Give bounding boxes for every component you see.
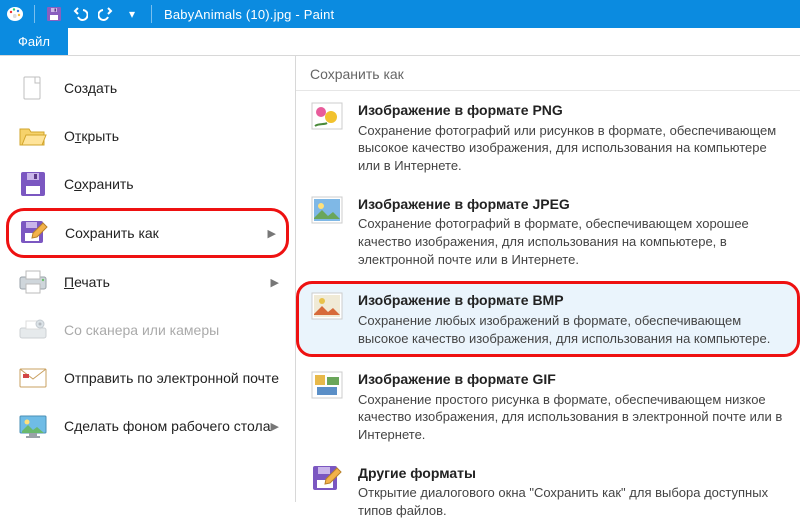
menu-print-label: Печать (64, 274, 110, 290)
redo-icon[interactable] (97, 5, 115, 23)
ribbon: Файл (0, 28, 800, 56)
save-disk-icon (16, 169, 50, 199)
menu-wallpaper-label: Сделать фоном рабочего стола (64, 418, 271, 434)
save-as-submenu: Сохранить как Изображение в формате PNG … (296, 56, 800, 502)
format-other-desc: Открытие диалогового окна "Сохранить как… (358, 484, 786, 519)
menu-save[interactable]: Сохранить (6, 160, 289, 208)
format-jpeg-title: Изображение в формате JPEG (358, 195, 786, 214)
format-other[interactable]: Другие форматы Открытие диалогового окна… (296, 454, 800, 530)
format-jpeg[interactable]: Изображение в формате JPEG Сохранение фо… (296, 185, 800, 279)
menu-create[interactable]: Создать (6, 64, 289, 112)
submenu-header: Сохранить как (296, 56, 800, 91)
format-bmp-desc: Сохранение любых изображений в формате, … (358, 312, 786, 347)
menu-scanner-label: Со сканера или камеры (64, 322, 219, 338)
menu-email-label: Отправить по электронной почте (64, 370, 279, 386)
menu-open-label: Открыть (64, 128, 119, 144)
qat-dropdown-icon[interactable]: ▾ (123, 5, 141, 23)
print-icon (16, 267, 50, 297)
png-thumb-icon (310, 101, 344, 131)
format-jpeg-desc: Сохранение фотографий в формате, обеспеч… (358, 215, 786, 268)
submenu-arrow-icon: ▶ (271, 276, 279, 289)
format-gif[interactable]: Изображение в формате GIF Сохранение про… (296, 360, 800, 454)
new-icon (16, 73, 50, 103)
qat-separator (34, 5, 35, 23)
other-formats-icon (310, 464, 344, 494)
open-icon (16, 121, 50, 151)
format-gif-desc: Сохранение простого рисунка в формате, о… (358, 391, 786, 444)
titlebar: ▾ BabyAnimals (10).jpg - Paint (0, 0, 800, 28)
jpeg-thumb-icon (310, 195, 344, 225)
submenu-arrow-icon: ▶ (271, 420, 279, 433)
format-other-title: Другие форматы (358, 464, 786, 483)
format-bmp-title: Изображение в формате BMP (358, 291, 786, 310)
menu-create-label: Создать (64, 80, 117, 96)
menu-email[interactable]: Отправить по электронной почте (6, 354, 289, 402)
quick-access-toolbar: ▾ (6, 5, 154, 23)
scanner-icon (16, 315, 50, 345)
window-title: BabyAnimals (10).jpg - Paint (164, 7, 334, 22)
app-icon (6, 5, 24, 23)
format-gif-title: Изображение в формате GIF (358, 370, 786, 389)
backstage-view: Создать Открыть Сохранить Сохранить как … (0, 56, 800, 502)
menu-save-label: Сохранить (64, 176, 134, 192)
bmp-thumb-icon (310, 291, 344, 321)
format-png-title: Изображение в формате PNG (358, 101, 786, 120)
submenu-arrow-icon: ▶ (268, 227, 276, 240)
wallpaper-icon (16, 411, 50, 441)
format-bmp[interactable]: Изображение в формате BMP Сохранение люб… (296, 281, 800, 357)
gif-thumb-icon (310, 370, 344, 400)
menu-print[interactable]: Печать ▶ (6, 258, 289, 306)
qat-separator-2 (151, 5, 152, 23)
save-as-icon (17, 218, 51, 248)
menu-scanner: Со сканера или камеры (6, 306, 289, 354)
menu-save-as[interactable]: Сохранить как ▶ (6, 208, 289, 258)
file-tab[interactable]: Файл (0, 28, 68, 55)
menu-wallpaper[interactable]: Сделать фоном рабочего стола ▶ (6, 402, 289, 450)
save-icon[interactable] (45, 5, 63, 23)
format-png-desc: Сохранение фотографий или рисунков в фор… (358, 122, 786, 175)
menu-open[interactable]: Открыть (6, 112, 289, 160)
file-menu: Создать Открыть Сохранить Сохранить как … (0, 56, 296, 502)
format-png[interactable]: Изображение в формате PNG Сохранение фот… (296, 91, 800, 185)
email-icon (16, 363, 50, 393)
menu-save-as-label: Сохранить как (65, 225, 159, 241)
undo-icon[interactable] (71, 5, 89, 23)
